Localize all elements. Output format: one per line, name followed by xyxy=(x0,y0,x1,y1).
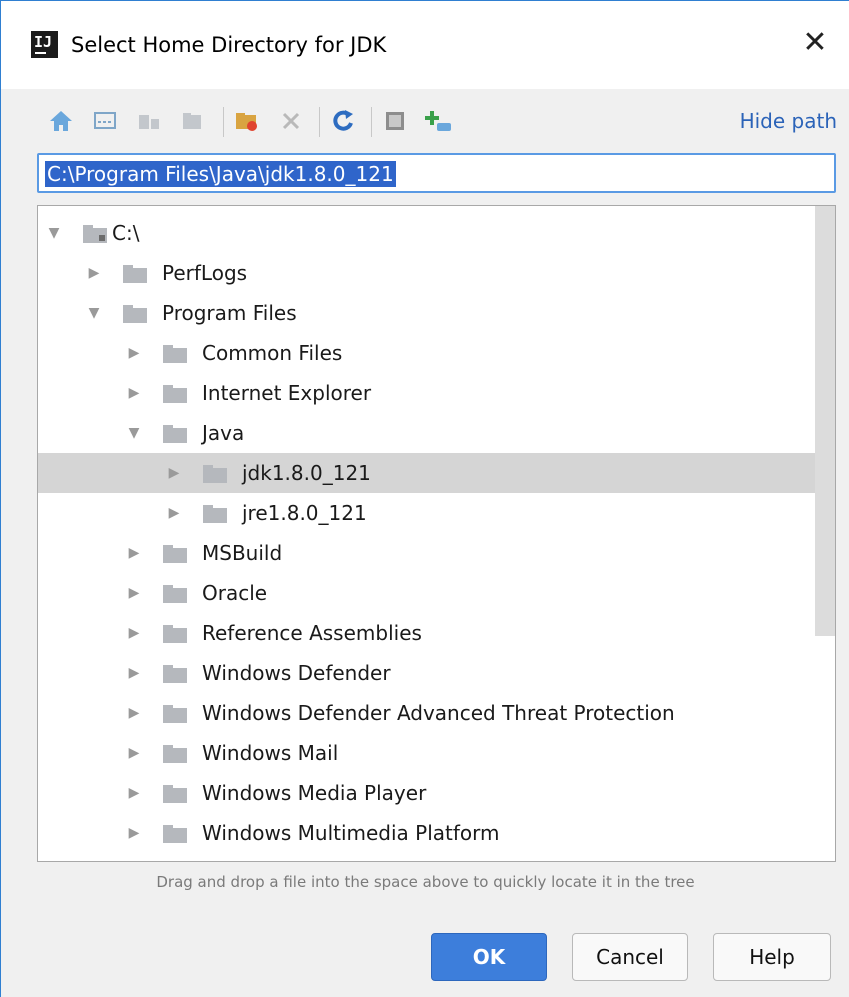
intellij-app-icon: IJ xyxy=(31,31,58,58)
collapse-arrow-right-icon[interactable]: ▶ xyxy=(126,665,142,681)
toolbar-separator xyxy=(319,107,320,137)
expand-arrow-down-icon[interactable]: ▼ xyxy=(126,425,142,441)
new-folder-icon[interactable] xyxy=(231,105,263,137)
tree-row[interactable]: ▼ Java xyxy=(38,413,816,453)
collapse-arrow-right-icon[interactable]: ▶ xyxy=(126,345,142,361)
tree-row[interactable]: ▼ C:\ xyxy=(38,213,816,253)
tree-row-label: Windows Multimedia Platform xyxy=(202,821,500,845)
tree-row-label: C:\ xyxy=(112,221,140,245)
collapse-arrow-right-icon[interactable]: ▶ xyxy=(126,385,142,401)
drive-icon xyxy=(83,225,109,243)
collapse-arrow-right-icon[interactable]: ▶ xyxy=(126,705,142,721)
folder-icon xyxy=(123,305,149,323)
collapse-arrow-right-icon[interactable]: ▶ xyxy=(126,825,142,841)
dialog-window: IJ Select Home Directory for JDK ✕ Hide … xyxy=(0,0,849,997)
collapse-arrow-right-icon[interactable]: ▶ xyxy=(166,505,182,521)
folder-icon xyxy=(203,465,229,483)
folder-icon xyxy=(123,265,149,283)
folder-icon xyxy=(163,425,189,443)
collapse-arrow-right-icon[interactable]: ▶ xyxy=(166,465,182,481)
tree-row[interactable]: ▶ PerfLogs xyxy=(38,253,816,293)
tree-row-label: MSBuild xyxy=(202,541,283,565)
tree-row[interactable]: ▶ Windows Defender Advanced Threat Protec… xyxy=(38,693,816,733)
tree-row[interactable]: ▶ Common Files xyxy=(38,333,816,373)
folder-icon xyxy=(163,385,189,403)
tree-row[interactable]: ▶ Windows Media Player xyxy=(38,773,816,813)
folder-icon xyxy=(163,545,189,563)
tree-row[interactable]: ▶ MSBuild xyxy=(38,533,816,573)
tree-row-label: Windows Mail xyxy=(202,741,339,765)
tree-row-label: Windows Defender xyxy=(202,661,391,685)
folder-icon xyxy=(163,825,189,843)
tree-scrollbar[interactable] xyxy=(815,206,835,861)
path-input[interactable] xyxy=(39,155,834,191)
help-button[interactable]: Help xyxy=(713,933,831,981)
hide-path-link[interactable]: Hide path xyxy=(740,109,837,133)
folder-icon xyxy=(163,585,189,603)
collapse-arrow-right-icon[interactable]: ▶ xyxy=(126,745,142,761)
folder-icon xyxy=(163,785,189,803)
tree-row-label: jre1.8.0_121 xyxy=(242,501,367,525)
tree-row[interactable]: ▶ Windows Mail xyxy=(38,733,816,773)
tree-row-label: jdk1.8.0_121 xyxy=(242,461,371,485)
project-icon[interactable] xyxy=(133,105,165,137)
ok-button[interactable]: OK xyxy=(431,933,547,981)
folder-icon xyxy=(163,625,189,643)
collapse-arrow-right-icon[interactable]: ▶ xyxy=(126,585,142,601)
tree-row-label: Internet Explorer xyxy=(202,381,372,405)
tree-scroll-thumb[interactable] xyxy=(815,206,835,636)
tree-row[interactable]: ▶Windows NT xyxy=(38,853,816,861)
folder-icon xyxy=(163,705,189,723)
toolbar-separator xyxy=(371,107,372,137)
collapse-arrow-right-icon[interactable]: ▶ xyxy=(86,265,102,281)
tree-row-label: PerfLogs xyxy=(162,261,248,285)
collapse-arrow-right-icon[interactable]: ▶ xyxy=(126,545,142,561)
tree-row-label: Windows NT xyxy=(202,859,325,861)
add-sdk-icon[interactable] xyxy=(423,105,455,137)
tree-row-label: Windows Media Player xyxy=(202,781,427,805)
toolbar-separator xyxy=(223,107,224,137)
tree-row[interactable]: ▶ Windows Defender xyxy=(38,653,816,693)
expand-arrow-down-icon[interactable]: ▼ xyxy=(86,305,102,321)
home-icon[interactable] xyxy=(45,105,77,137)
tree-row-label: Windows Defender Advanced Threat Protect… xyxy=(202,701,675,725)
tree-row-label: Reference Assemblies xyxy=(202,621,422,645)
drag-drop-hint: Drag and drop a file into the space abov… xyxy=(156,873,695,891)
delete-icon[interactable] xyxy=(275,105,307,137)
title-bar: IJ Select Home Directory for JDK ✕ xyxy=(1,1,849,89)
folder-icon xyxy=(163,345,189,363)
tree-row-label: Program Files xyxy=(162,301,297,325)
folder-icon xyxy=(203,505,229,523)
collapse-arrow-right-icon[interactable]: ▶ xyxy=(126,625,142,641)
module-icon[interactable] xyxy=(177,105,209,137)
folder-icon xyxy=(163,665,189,683)
tree-row-label: Oracle xyxy=(202,581,268,605)
tree-row[interactable]: ▶ jre1.8.0_121 xyxy=(38,493,816,533)
folder-icon xyxy=(163,745,189,763)
dialog-title: Select Home Directory for JDK xyxy=(71,33,387,57)
cancel-button[interactable]: Cancel xyxy=(572,933,688,981)
tree-row[interactable]: ▶ jdk1.8.0_121 xyxy=(38,453,816,493)
collapse-arrow-right-icon[interactable]: ▶ xyxy=(126,785,142,801)
directory-tree[interactable]: ▶Windows NT▶Windows Multimedia Platform▶… xyxy=(37,205,836,862)
tree-row[interactable]: ▶ Reference Assemblies xyxy=(38,613,816,653)
close-button[interactable]: ✕ xyxy=(795,23,835,63)
desktop-icon[interactable] xyxy=(89,105,121,137)
tree-row[interactable]: ▼ Program Files xyxy=(38,293,816,333)
tree-row-label: Java xyxy=(202,421,245,445)
toolbar xyxy=(37,101,837,141)
tree-row[interactable]: ▶ Windows Multimedia Platform xyxy=(38,813,816,853)
expand-arrow-down-icon[interactable]: ▼ xyxy=(46,225,62,241)
path-field[interactable]: C:\Program Files\Java\jdk1.8.0_121 xyxy=(37,153,836,193)
tree-row[interactable]: ▶ Internet Explorer xyxy=(38,373,816,413)
tree-row[interactable]: ▶ Oracle xyxy=(38,573,816,613)
show-hidden-icon[interactable] xyxy=(379,105,411,137)
tree-row-label: Common Files xyxy=(202,341,343,365)
refresh-icon[interactable] xyxy=(327,105,359,137)
